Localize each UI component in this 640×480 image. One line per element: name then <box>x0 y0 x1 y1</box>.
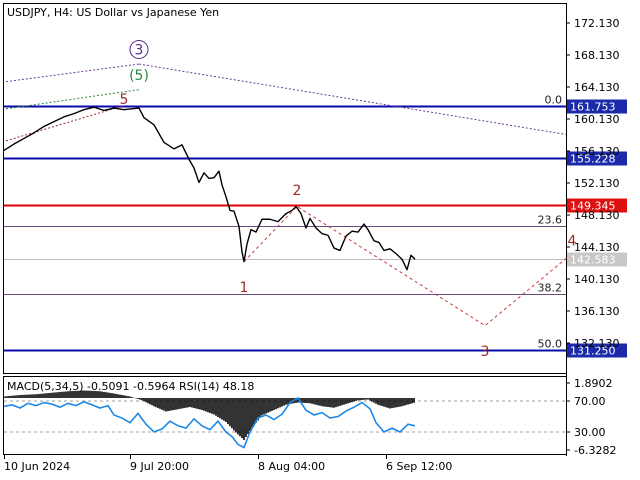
price-axis-tick-label: 168.130 <box>574 49 620 62</box>
indicator-label: MACD(5,34,5) -0.5091 -0.5964 RSI(14) 48.… <box>7 380 254 393</box>
chart-title: USDJPY, H4: US Dollar vs Japanese Yen <box>7 6 219 19</box>
price-axis-tick-label: 156.130 <box>574 145 620 158</box>
time-axis-tick-label: 6 Sep 12:00 <box>386 460 452 473</box>
time-axis-tick-label: 10 Jun 2024 <box>4 460 70 473</box>
wave-label: 5 <box>120 92 129 108</box>
indicator-axis-tick-label: -6.3282 <box>574 444 616 457</box>
price-axis-tick-label: 140.130 <box>574 273 620 286</box>
indicator-axis-tick-label: 1.8902 <box>574 377 613 390</box>
time-axis-tick-label: 8 Aug 04:00 <box>258 460 325 473</box>
price-axis-tick-label: 164.130 <box>574 81 620 94</box>
wave-label: 2 <box>293 183 302 199</box>
price-axis-tick-label: 144.130 <box>574 241 620 254</box>
wave-label: (5) <box>129 68 149 84</box>
price-level-tag-label: 161.753 <box>570 101 616 114</box>
wave-label: 1 <box>240 280 249 296</box>
price-axis-tick-label: 172.130 <box>574 17 620 30</box>
time-axis-tick-label: 9 Jul 20:00 <box>130 460 189 473</box>
price-axis-tick-label: 132.130 <box>574 337 620 350</box>
price-axis-tick-label: 136.130 <box>574 305 620 318</box>
wave-label: 3 <box>481 344 490 360</box>
chart-root: 0.023.638.250.03(5)51234 161.753155.2281… <box>0 0 640 480</box>
fib-level-label: 23.6 <box>538 214 563 227</box>
wave-label: 3 <box>135 42 144 58</box>
fib-level-label: 0.0 <box>545 94 563 107</box>
price-axis-tick-label: 152.130 <box>574 177 620 190</box>
current-price-tag-label: 142.583 <box>570 254 616 267</box>
chart-background <box>0 0 640 480</box>
price-axis-tick-label: 148.130 <box>574 209 620 222</box>
indicator-axis-tick-label: 30.00 <box>574 426 606 439</box>
fib-level-label: 38.2 <box>538 282 563 295</box>
indicator-axis-tick-label: 70.00 <box>574 395 606 408</box>
price-axis-tick-label: 160.130 <box>574 113 620 126</box>
fib-level-label: 50.0 <box>538 338 563 351</box>
